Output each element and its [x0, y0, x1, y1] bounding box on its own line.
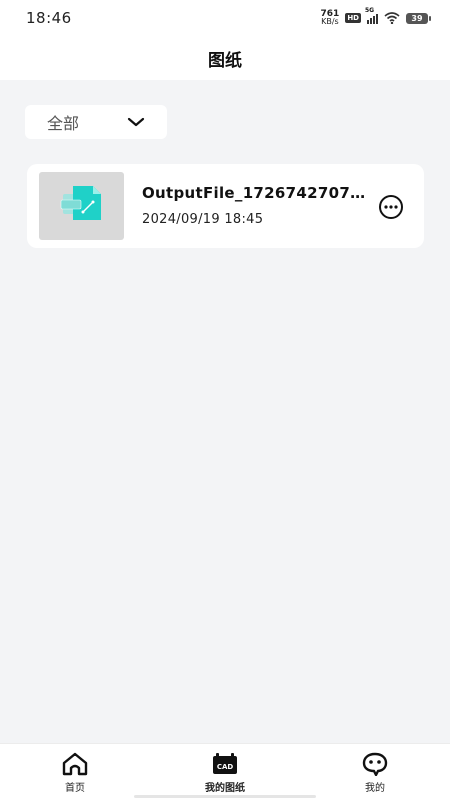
- nav-item-home[interactable]: 首页: [0, 744, 150, 800]
- cell-signal-icon: 5G: [365, 7, 378, 24]
- status-bar: 18:46 761 KB/s HD 5G 39: [0, 0, 450, 36]
- cad-icon: CAD: [213, 753, 237, 774]
- status-time: 18:46: [26, 9, 72, 27]
- nav-item-profile[interactable]: 我的: [300, 744, 450, 800]
- wifi-icon: [384, 12, 400, 24]
- home-indicator: [134, 795, 316, 798]
- svg-text:CAD: CAD: [217, 763, 234, 771]
- home-icon: [62, 752, 88, 776]
- file-date: 2024/09/19 18:45: [142, 212, 264, 227]
- chevron-down-icon: [127, 117, 145, 127]
- nav-label-home: 首页: [65, 783, 85, 794]
- filter-dropdown[interactable]: 全部: [25, 105, 167, 139]
- file-list-item[interactable]: OutputFile_17267427073… 2024/09/19 18:45: [27, 164, 424, 248]
- nav-label-profile: 我的: [365, 783, 385, 794]
- header: 图纸: [0, 36, 450, 80]
- file-thumbnail: [39, 172, 124, 240]
- hd-icon: HD: [345, 13, 361, 23]
- page-title: 图纸: [208, 50, 242, 71]
- status-icons: 761 KB/s HD 5G 39: [320, 7, 431, 26]
- cad-file-icon: [60, 186, 101, 220]
- nav-item-my-drawings[interactable]: CAD 我的图纸: [150, 744, 300, 800]
- filter-selected-label: 全部: [47, 114, 80, 133]
- more-options-icon[interactable]: [378, 194, 404, 220]
- nav-label-my-drawings: 我的图纸: [205, 783, 245, 794]
- bottom-nav: 首页 CAD 我的图纸 我的: [0, 743, 450, 800]
- profile-icon: [362, 752, 388, 776]
- network-speed: 761 KB/s: [320, 9, 340, 26]
- battery-icon: 39: [406, 12, 431, 24]
- file-name: OutputFile_17267427073…: [142, 184, 374, 202]
